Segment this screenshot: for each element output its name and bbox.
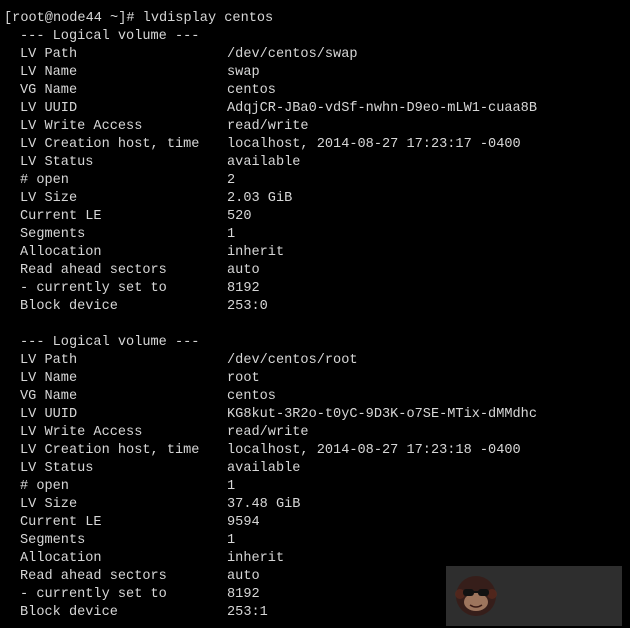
field-value: 8192 xyxy=(227,281,260,296)
command-prompt-line: [root@node44 ~]# lvdisplay centos xyxy=(4,11,274,26)
field-value: 2.03 GiB xyxy=(227,191,293,206)
field-key: LV Creation host, time xyxy=(20,443,200,458)
field-key: LV UUID xyxy=(20,407,78,422)
field-value: inherit xyxy=(227,245,285,260)
field-value: available xyxy=(227,461,301,476)
field-value: 253:0 xyxy=(227,299,268,314)
field-key: Block device xyxy=(20,605,118,620)
field-value: 1 xyxy=(227,479,236,494)
field-value: 1 xyxy=(227,227,236,242)
field-key: LV Name xyxy=(20,371,78,386)
field-value: /dev/centos/root xyxy=(227,353,358,368)
field-value: 9594 xyxy=(227,515,260,530)
field-key: LV Size xyxy=(20,497,78,512)
field-key: LV Write Access xyxy=(20,425,143,440)
field-key: # open xyxy=(20,173,69,188)
field-key: LV Status xyxy=(20,155,94,170)
terminal-window[interactable]: [root@node44 ~]# lvdisplay centos --- Lo… xyxy=(0,0,630,628)
field-value: AdqjCR-JBa0-vdSf-nwhn-D9eo-mLW1-cuaa8B xyxy=(227,101,537,116)
field-value: available xyxy=(227,155,301,170)
field-key: Allocation xyxy=(20,245,102,260)
field-key: - currently set to xyxy=(20,281,167,296)
field-key: Segments xyxy=(20,533,86,548)
field-value: auto xyxy=(227,263,260,278)
field-value: KG8kut-3R2o-t0yC-9D3K-o7SE-MTix-dMMdhc xyxy=(227,407,537,422)
field-key: VG Name xyxy=(20,83,78,98)
field-value: centos xyxy=(227,83,276,98)
field-value: localhost, 2014-08-27 17:23:17 -0400 xyxy=(227,137,521,152)
field-value: 1 xyxy=(227,533,236,548)
field-value: read/write xyxy=(227,119,309,134)
field-key: LV Creation host, time xyxy=(20,137,200,152)
field-key: Read ahead sectors xyxy=(20,263,167,278)
field-key: - currently set to xyxy=(20,587,167,602)
field-value: swap xyxy=(227,65,260,80)
field-value: 8192 xyxy=(227,587,260,602)
field-key: LV Size xyxy=(20,191,78,206)
field-value: auto xyxy=(227,569,260,584)
field-value: root xyxy=(227,371,260,386)
field-value: 37.48 GiB xyxy=(227,497,301,512)
field-key: LV Status xyxy=(20,461,94,476)
field-key: Allocation xyxy=(20,551,102,566)
logical-volume-header: --- Logical volume --- xyxy=(20,335,200,350)
field-value: 520 xyxy=(227,209,252,224)
field-key: VG Name xyxy=(20,389,78,404)
field-key: LV Name xyxy=(20,65,78,80)
field-key: LV Write Access xyxy=(20,119,143,134)
field-value: /dev/centos/swap xyxy=(227,47,358,62)
field-value: 2 xyxy=(227,173,236,188)
field-value: centos xyxy=(227,389,276,404)
field-value: 253:1 xyxy=(227,605,268,620)
field-key: LV Path xyxy=(20,353,78,368)
field-key: LV Path xyxy=(20,47,78,62)
watermark-overlay xyxy=(446,566,622,626)
field-key: Current LE xyxy=(20,209,102,224)
field-key: Current LE xyxy=(20,515,102,530)
field-key: # open xyxy=(20,479,69,494)
field-key: LV UUID xyxy=(20,101,78,116)
field-key: Read ahead sectors xyxy=(20,569,167,584)
field-value: read/write xyxy=(227,425,309,440)
monkey-sunglasses-logo-icon xyxy=(455,576,497,616)
logical-volume-header: --- Logical volume --- xyxy=(20,29,200,44)
field-value: localhost, 2014-08-27 17:23:18 -0400 xyxy=(227,443,521,458)
field-key: Segments xyxy=(20,227,86,242)
field-key: Block device xyxy=(20,299,118,314)
field-value: inherit xyxy=(227,551,285,566)
